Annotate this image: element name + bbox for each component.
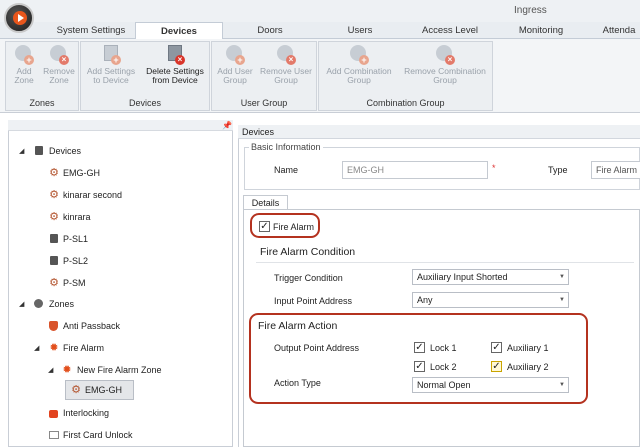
device-icon xyxy=(50,234,58,243)
tree-item-zones[interactable]: Zones xyxy=(49,296,74,312)
action-title: Fire Alarm Action xyxy=(258,320,338,332)
add-zone-icon: + xyxy=(13,43,35,65)
basic-info-label: Basic Information xyxy=(249,142,323,152)
pane-header xyxy=(8,120,233,131)
add-zone-button[interactable]: + Add Zone xyxy=(8,43,40,85)
pane-header: Devices xyxy=(238,125,640,139)
tree-item-fire-zone[interactable]: New Fire Alarm Zone xyxy=(77,362,162,378)
action-type-select[interactable]: Normal Open ▼ xyxy=(412,377,569,393)
tab-details[interactable]: Details xyxy=(243,195,288,210)
group-label: Zones xyxy=(29,98,55,108)
fire-alarm-checkbox[interactable]: ✓ xyxy=(259,221,270,232)
expand-arrow-icon[interactable]: ◢ xyxy=(48,366,53,374)
condition-title: Fire Alarm Condition xyxy=(260,246,356,258)
divider xyxy=(256,262,634,263)
delete-settings-button[interactable]: × Delete Settings from Device xyxy=(141,43,209,85)
remove-zone-icon: × xyxy=(48,43,70,65)
add-combination-icon: + xyxy=(348,43,370,65)
zone-icon xyxy=(34,299,43,308)
add-combination-group-button[interactable]: + Add Combination Group xyxy=(320,43,398,85)
input-point-select[interactable]: Any ▼ xyxy=(412,292,569,308)
tree-item-interlocking[interactable]: Interlocking xyxy=(63,405,109,421)
name-label: Name xyxy=(274,165,299,175)
remove-combination-group-button[interactable]: × Remove Combination Group xyxy=(398,43,492,85)
tree-item-fire-alarm[interactable]: Fire Alarm xyxy=(63,340,104,356)
action-type-value: Normal Open xyxy=(417,380,471,390)
fire-alarm-checkbox-label: Fire Alarm xyxy=(273,222,315,232)
app-menu-button[interactable] xyxy=(4,3,34,33)
chevron-down-icon: ▼ xyxy=(559,297,565,303)
tree-item-selected-device[interactable]: EMG-GH xyxy=(85,382,122,398)
gear-icon: ⚙ xyxy=(49,211,59,223)
output-point-label: Output Point Address xyxy=(274,343,360,353)
pane-title: Devices xyxy=(242,127,275,137)
aux1-checkbox[interactable]: ✓ xyxy=(491,342,502,353)
name-field[interactable]: EMG-GH xyxy=(342,161,488,179)
device-icon xyxy=(35,146,43,155)
play-icon xyxy=(18,14,24,22)
tree-item-device[interactable]: P-SM xyxy=(63,275,86,291)
fire-alarm-icon: ✹ xyxy=(62,364,72,376)
required-marker: * xyxy=(492,163,496,173)
tab-users[interactable]: Users xyxy=(330,24,390,39)
aux1-label: Auxiliary 1 xyxy=(507,343,549,353)
trigger-condition-label: Trigger Condition xyxy=(274,273,343,283)
lock-icon xyxy=(49,410,58,418)
tree-item-device[interactable]: kinarar second xyxy=(63,187,122,203)
add-user-group-icon: + xyxy=(224,43,246,65)
trigger-condition-value: Auxiliary Input Shorted xyxy=(417,272,508,282)
chevron-down-icon: ▼ xyxy=(559,382,565,388)
gear-icon: ⚙ xyxy=(49,189,59,201)
group-label: Devices xyxy=(128,98,161,108)
tab-devices[interactable]: Devices xyxy=(135,22,223,40)
app-title: Ingress xyxy=(514,5,547,16)
add-settings-button[interactable]: + Add Settings to Device xyxy=(82,43,140,85)
delete-settings-icon: × xyxy=(164,43,186,65)
expand-arrow-icon[interactable]: ◢ xyxy=(19,300,24,308)
tab-doors[interactable]: Doors xyxy=(240,24,300,39)
group-label: Combination Group xyxy=(366,98,445,108)
tree-item-anti-passback[interactable]: Anti Passback xyxy=(63,318,120,334)
fire-alarm-icon: ✹ xyxy=(49,342,59,354)
gear-icon: ⚙ xyxy=(71,384,81,396)
tab-attendance[interactable]: Attenda xyxy=(594,24,640,39)
remove-zone-button[interactable]: × Remove Zone xyxy=(40,43,78,85)
lock1-checkbox[interactable]: ✓ xyxy=(414,342,425,353)
tab-monitoring[interactable]: Monitoring xyxy=(506,24,576,39)
remove-user-group-icon: × xyxy=(275,43,297,65)
aux2-checkbox[interactable]: ✓ xyxy=(491,361,502,372)
input-point-value: Any xyxy=(417,295,433,305)
tab-system-settings[interactable]: System Settings xyxy=(48,24,134,39)
type-label: Type xyxy=(548,165,568,175)
gear-icon: ⚙ xyxy=(49,277,59,289)
shield-icon xyxy=(49,321,58,331)
add-settings-icon: + xyxy=(100,43,122,65)
input-point-label: Input Point Address xyxy=(274,296,353,306)
gear-icon: ⚙ xyxy=(49,167,59,179)
group-label: User Group xyxy=(240,98,288,108)
remove-combination-icon: × xyxy=(434,43,456,65)
tree-item-device[interactable]: kinrara xyxy=(63,209,91,225)
lock2-checkbox[interactable]: ✓ xyxy=(414,361,425,372)
card-icon xyxy=(49,431,59,439)
tree-item-first-card[interactable]: First Card Unlock xyxy=(63,427,133,443)
pin-icon[interactable]: 📌 xyxy=(222,121,232,130)
aux2-label: Auxiliary 2 xyxy=(507,362,549,372)
tree-item-device[interactable]: P-SL1 xyxy=(63,231,88,247)
remove-user-group-button[interactable]: × Remove User Group xyxy=(257,43,315,85)
lock1-label: Lock 1 xyxy=(430,343,457,353)
action-type-label: Action Type xyxy=(274,378,321,388)
add-user-group-button[interactable]: + Add User Group xyxy=(213,43,257,85)
tab-access-level[interactable]: Access Level xyxy=(410,24,490,39)
expand-arrow-icon[interactable]: ◢ xyxy=(19,147,24,155)
tree-item-device[interactable]: EMG-GH xyxy=(63,165,100,181)
trigger-condition-select[interactable]: Auxiliary Input Shorted ▼ xyxy=(412,269,569,285)
tree-item-devices[interactable]: Devices xyxy=(49,143,81,159)
type-field[interactable]: Fire Alarm xyxy=(591,161,640,179)
expand-arrow-icon[interactable]: ◢ xyxy=(34,344,39,352)
device-icon xyxy=(50,256,58,265)
tree-item-device[interactable]: P-SL2 xyxy=(63,253,88,269)
lock2-label: Lock 2 xyxy=(430,362,457,372)
chevron-down-icon: ▼ xyxy=(559,274,565,280)
